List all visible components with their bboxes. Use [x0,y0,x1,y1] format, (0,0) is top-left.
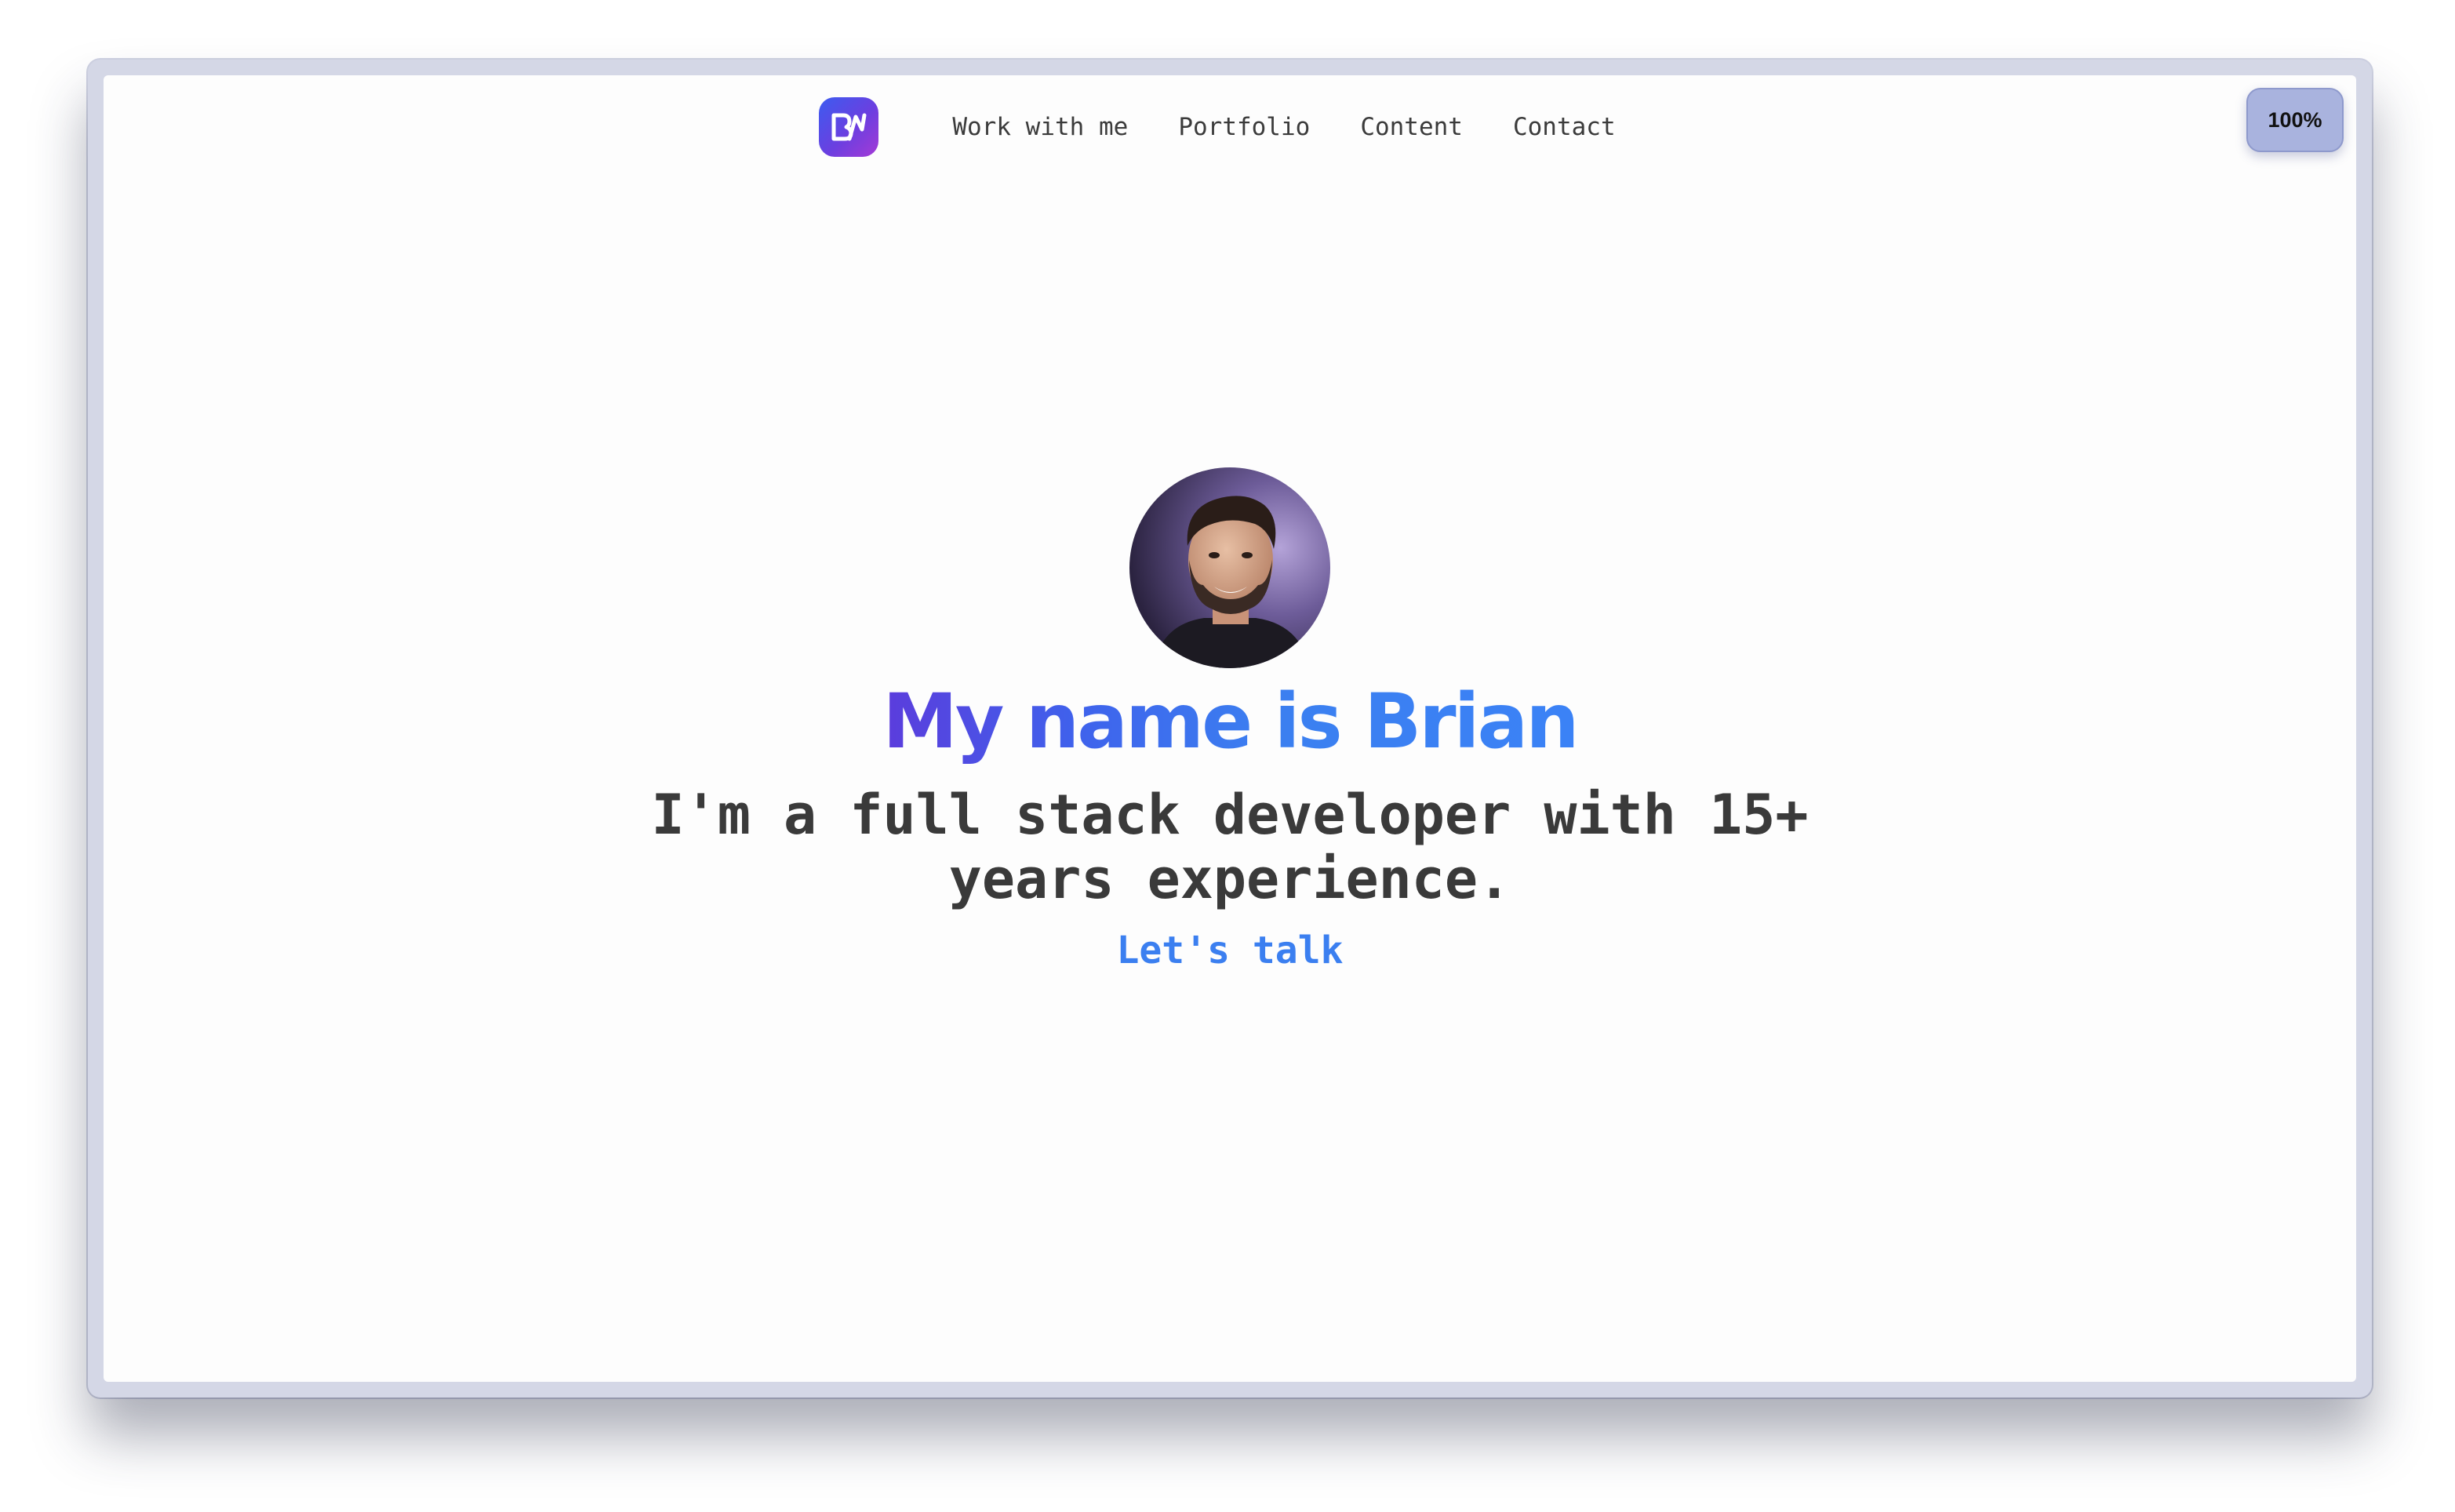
hero-section: My name is Brian I'm a full stack develo… [104,467,2356,972]
nav-link-portfolio[interactable]: Portfolio [1178,113,1310,141]
nav-link-work-with-me[interactable]: Work with me [952,113,1128,141]
avatar [1129,467,1330,668]
profile-photo-icon [1129,467,1330,668]
browser-window: Work with me Portfolio Content Contact 1… [88,60,2372,1398]
lets-talk-link[interactable]: Let's talk [1117,929,1344,972]
page-viewport: Work with me Portfolio Content Contact 1… [104,75,2356,1382]
top-navigation: Work with me Portfolio Content Contact [104,75,2356,179]
hero-title: My name is Brian [882,678,1579,765]
logo-icon[interactable] [819,97,879,157]
nav-link-contact[interactable]: Contact [1513,113,1616,141]
hero-subtitle: I'm a full stack developer with 15+ year… [651,782,1809,911]
nav-link-content[interactable]: Content [1360,113,1463,141]
zoom-level-badge[interactable]: 100% [2246,88,2344,152]
